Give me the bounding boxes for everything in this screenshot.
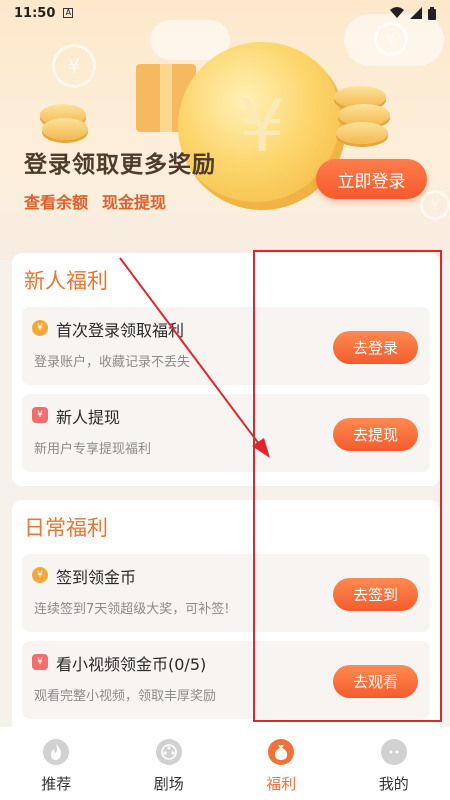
go-check-in-button[interactable]: 去签到 [333,578,418,611]
task-description: 新用户专享提现福利 [34,442,152,457]
nav-label: 剧场 [153,775,184,793]
flame-icon [43,739,70,765]
battery-icon [428,6,436,20]
coin-outline-icon: ¥ [374,22,408,56]
money-bag-icon [268,739,295,765]
section-title: 新人福利 [24,269,108,293]
nav-label: 福利 [266,775,297,793]
login-promo-title: 登录领取更多奖励 [24,152,216,178]
go-login-button[interactable]: 去登录 [333,331,418,364]
task-title: 看小视频领金币(0/5) [56,655,207,674]
wifi-icon [390,7,404,18]
status-indicators [390,6,436,20]
section-title: 日常福利 [24,516,108,540]
coin-outline-icon: ¥ [420,190,450,220]
task-description: 连续签到7天领超级大奖，可补签! [34,602,230,617]
coin-icon: ¥ [32,567,48,583]
task-card-first-login: ¥ 首次登录领取福利 登录账户，收藏记录不丢失 去登录 [22,307,430,385]
notification-icon: A [63,8,74,18]
cash-icon: ¥ [32,654,48,670]
coin-outline-icon: ¥ [52,44,96,88]
nav-tab-theater[interactable]: 剧场 [113,727,226,800]
nav-tab-recommend[interactable]: 推荐 [0,727,113,800]
task-description: 登录账户，收藏记录不丢失 [34,355,191,370]
film-reel-icon [155,739,182,765]
header-links: 查看余额 现金提现 [24,189,166,213]
coin-stack-icon [336,122,388,144]
go-withdraw-button[interactable]: 去提现 [333,418,418,451]
coin-stack-icon [42,118,88,140]
profile-icon [380,739,407,765]
go-watch-button[interactable]: 去观看 [333,665,418,698]
signal-icon [410,7,422,19]
nav-label: 我的 [378,775,409,793]
daily-benefits-section: 日常福利 ¥ 签到领金币 连续签到7天领超级大奖，可补签! 去签到 ¥ 看小视频… [12,500,440,727]
coin-icon: ¥ [32,320,48,336]
gift-ribbon [160,64,172,132]
nav-tab-profile[interactable]: 我的 [338,727,450,800]
bottom-navigation: 推荐 剧场 福利 我的 [0,727,450,800]
task-card-check-in: ¥ 签到领金币 连续签到7天领超级大奖，可补签! 去签到 [22,554,430,632]
status-bar: 11:50 A [0,0,450,26]
cash-withdraw-link[interactable]: 现金提现 [102,189,166,213]
nav-tab-benefits[interactable]: 福利 [225,727,338,800]
login-now-button[interactable]: 立即登录 [316,159,427,199]
task-description: 观看完整小视频，领取丰厚奖励 [34,689,217,704]
task-card-newcomer-withdraw: ¥ 新人提现 新用户专享提现福利 去提现 [22,394,430,472]
task-title: 新人提现 [56,408,121,427]
status-time: 11:50 [14,5,56,21]
header-banner: ¥ ¥ ¥ ¥ [0,0,450,260]
cash-icon: ¥ [32,407,48,423]
newcomer-benefits-section: 新人福利 ¥ 首次登录领取福利 登录账户，收藏记录不丢失 去登录 ¥ 新人提现 … [12,253,440,486]
task-title: 首次登录领取福利 [56,321,185,340]
nav-label: 推荐 [41,775,72,793]
view-balance-link[interactable]: 查看余额 [24,189,88,213]
task-card-watch-video: ¥ 看小视频领金币(0/5) 观看完整小视频，领取丰厚奖励 去观看 [22,641,430,719]
task-title: 签到领金币 [56,568,137,587]
